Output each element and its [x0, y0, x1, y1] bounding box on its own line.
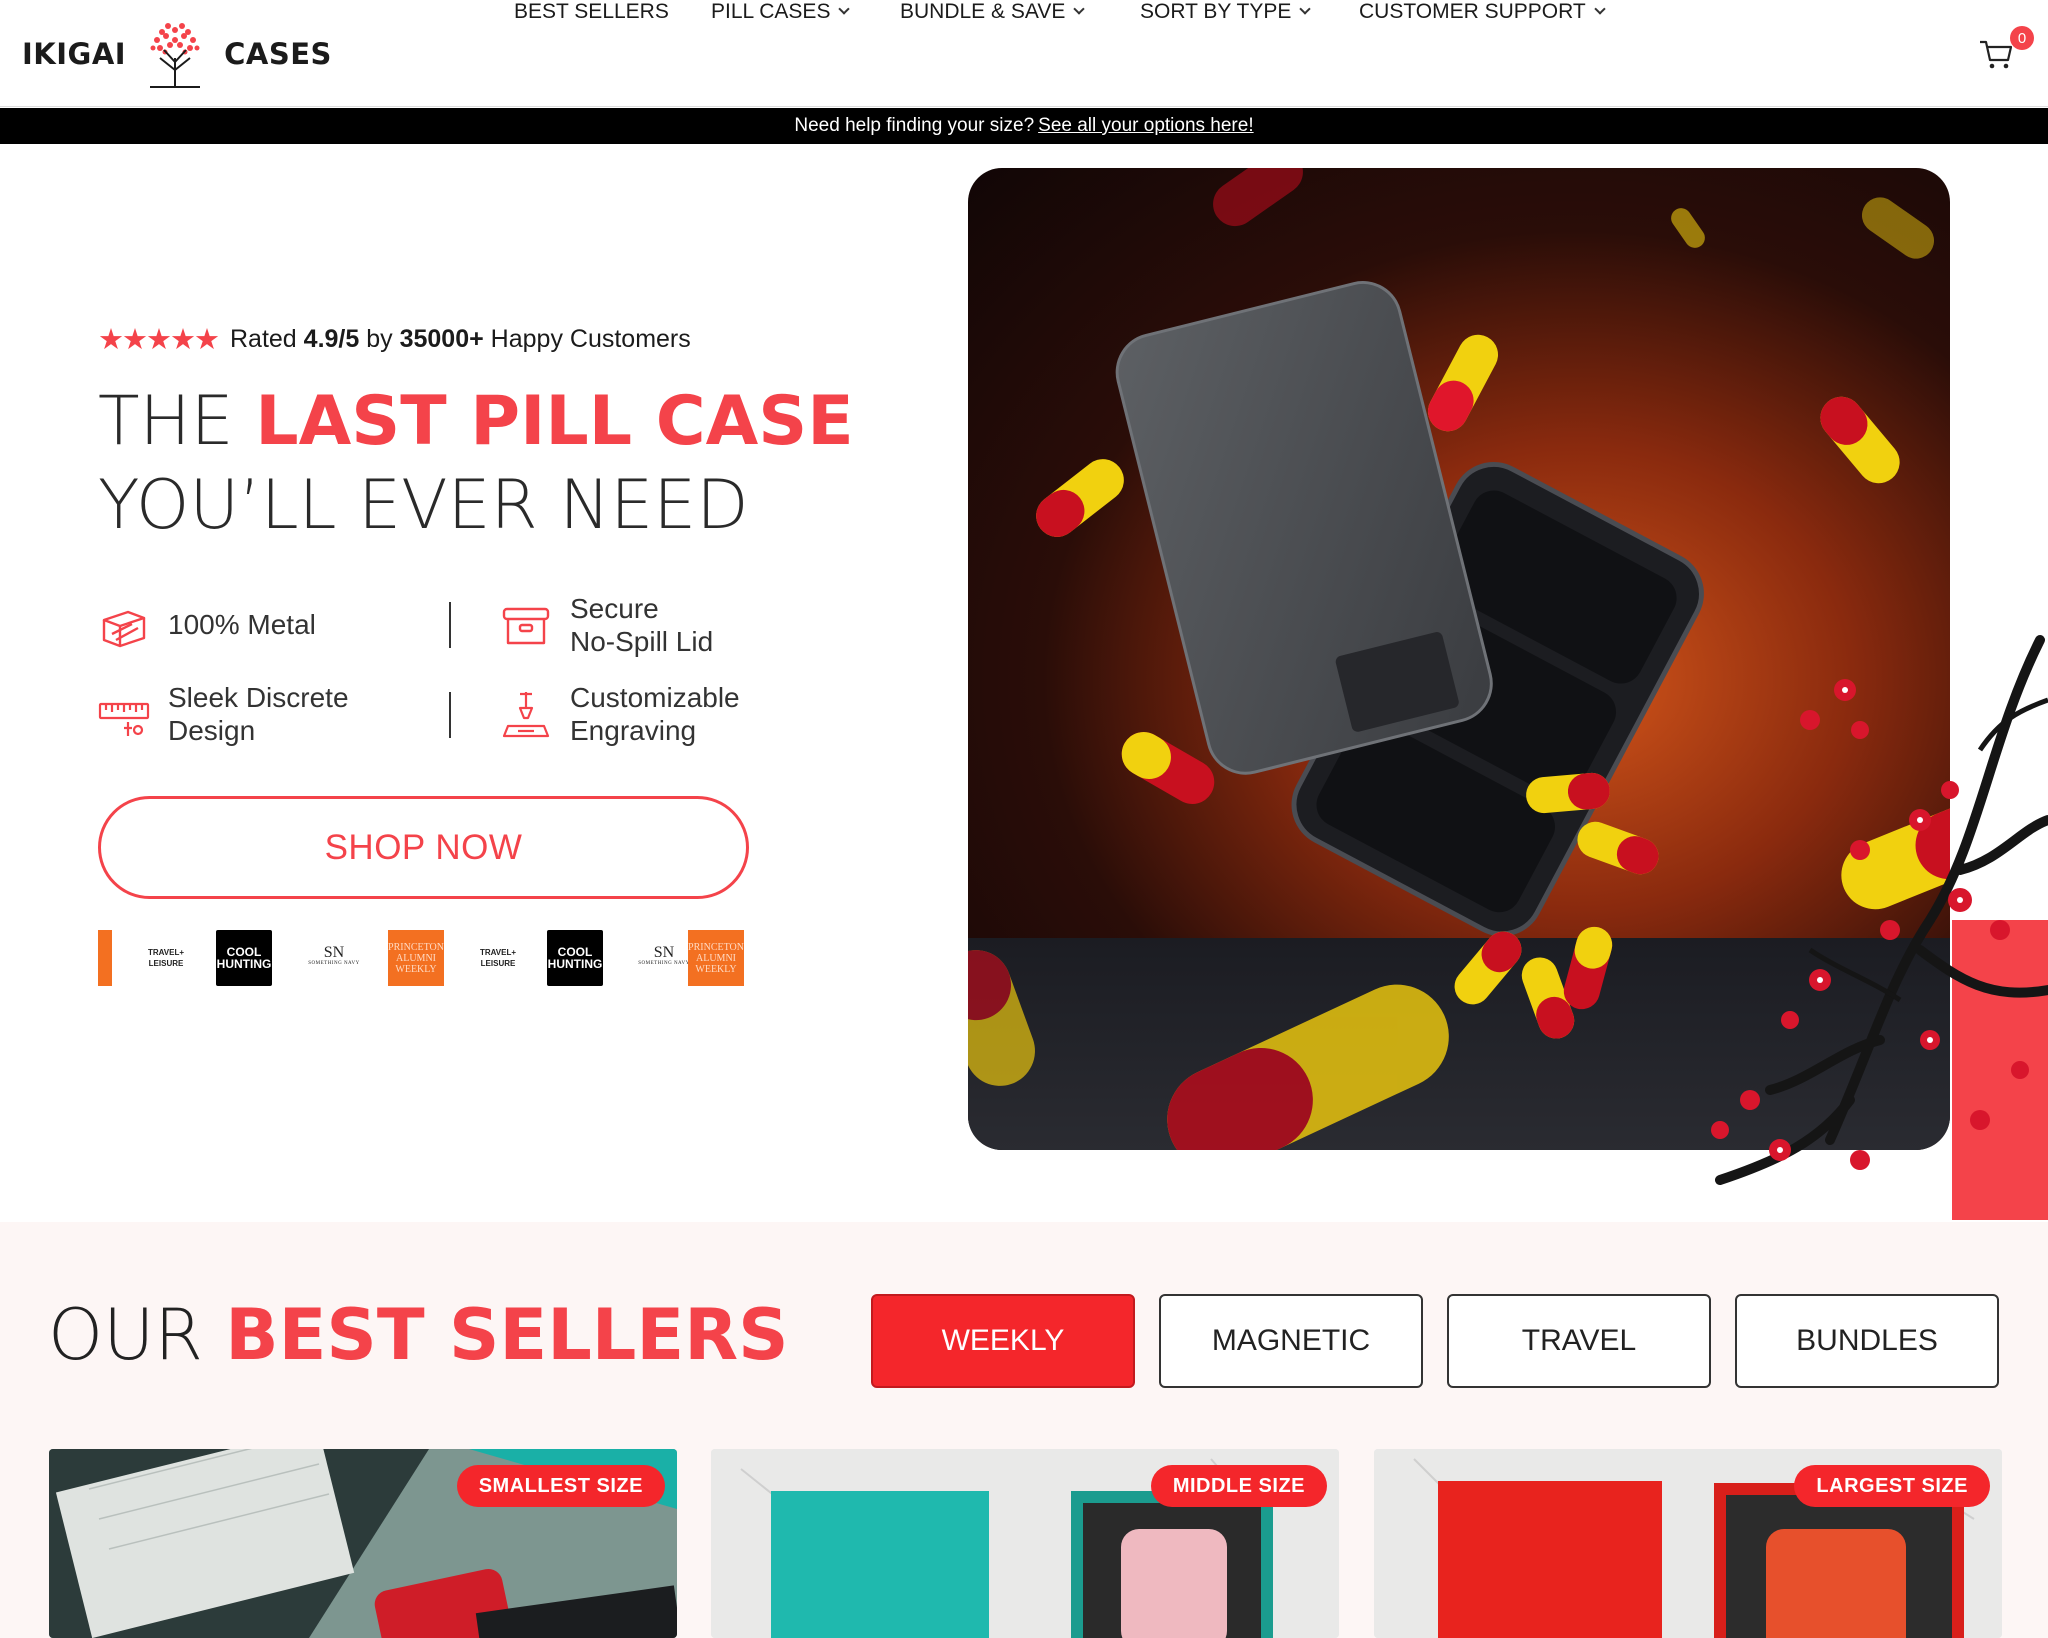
- nav-pill-cases[interactable]: PILL CASES: [711, 0, 851, 24]
- press-logo-something-navy: SN SOMETHING NAVY: [634, 930, 694, 986]
- ruler-design-icon: [98, 702, 150, 736]
- rating-value: 4.9/5: [303, 325, 360, 353]
- brand-name-left: IKIGAI: [22, 37, 127, 71]
- press-sn-label: SN: [653, 944, 675, 961]
- rating-mid: by: [366, 325, 393, 353]
- tab-weekly[interactable]: WEEKLY: [871, 1294, 1135, 1388]
- nav-label: BUNDLE & SAVE: [900, 0, 1066, 23]
- size-options-link[interactable]: See all your options here!: [1038, 115, 1253, 137]
- feature-line1: Secure: [570, 593, 659, 624]
- nav-label: SORT BY TYPE: [1140, 0, 1292, 23]
- size-badge: LARGEST SIZE: [1794, 1465, 1990, 1507]
- rating-suffix: Happy Customers: [490, 325, 691, 353]
- brand-name-right: CASES: [224, 37, 332, 71]
- feature-line1: Sleek Discrete: [168, 682, 349, 713]
- nav-label: PILL CASES: [711, 0, 831, 23]
- press-logo-princeton: PRINCETON ALUMNI WEEKLY: [388, 930, 444, 986]
- site-header: IKIGAI CASES BEST SELLERS PILL CASES BUN…: [0, 0, 2048, 107]
- chevron-down-icon: [1594, 3, 1606, 15]
- shop-now-button[interactable]: SHOP NOW: [98, 796, 749, 899]
- feature-sleek-design: Sleek Discrete Design: [98, 681, 349, 747]
- headline-plain: THE: [98, 382, 234, 461]
- nav-customer-support[interactable]: CUSTOMER SUPPORT: [1359, 0, 1606, 24]
- title-accent: BEST SELLERS: [225, 1294, 789, 1376]
- press-sn-sub: SOMETHING NAVY: [638, 961, 690, 966]
- nav-best-sellers[interactable]: BEST SELLERS: [514, 0, 669, 24]
- rating-count: 35000+: [399, 325, 484, 353]
- tab-bundles[interactable]: BUNDLES: [1735, 1294, 1999, 1388]
- press-logo-cool-hunting: COOL HUNTING: [547, 930, 603, 986]
- press-logo-princeton: ON: [98, 930, 112, 986]
- cart-icon[interactable]: [1978, 38, 2014, 70]
- press-logos: ON TRAVEL+ LEISURE COOL HUNTING SN SOMET…: [98, 928, 782, 988]
- feature-line2: Design: [168, 715, 256, 746]
- feature-divider: [449, 602, 451, 648]
- press-logo-something-navy: SN SOMETHING NAVY: [304, 930, 364, 986]
- product-card-middle[interactable]: MIDDLE SIZE: [711, 1449, 1339, 1638]
- announcement-text: Need help finding your size?: [794, 115, 1035, 136]
- metal-box-icon: [102, 610, 146, 648]
- rating-prefix: Rated: [230, 325, 297, 353]
- press-logo-princeton: PRINCETON ALUMNI WEEKLY: [688, 930, 744, 986]
- chevron-down-icon: [838, 3, 851, 15]
- feature-line1: 100% Metal: [168, 608, 316, 640]
- press-logo-travel-leisure: TRAVEL+ LEISURE: [479, 948, 517, 968]
- nav-bundle-save[interactable]: BUNDLE & SAVE: [900, 0, 1086, 24]
- nav-label: BEST SELLERS: [514, 0, 669, 23]
- chevron-down-icon: [1073, 3, 1086, 15]
- feature-no-spill-lid: Secure No-Spill Lid: [500, 592, 713, 658]
- engraving-icon: [502, 692, 550, 738]
- announcement-bar: Need help finding your size? See all you…: [0, 108, 2048, 144]
- brand-logo[interactable]: IKIGAI CASES: [22, 18, 332, 90]
- lid-box-icon: [502, 607, 550, 645]
- feature-line2: No-Spill Lid: [570, 626, 714, 657]
- size-badge: SMALLEST SIZE: [456, 1465, 665, 1507]
- press-sn-sub: SOMETHING NAVY: [308, 961, 360, 966]
- cart-count-badge: 0: [2010, 26, 2034, 50]
- product-card-small[interactable]: SMALLEST SIZE: [49, 1449, 677, 1638]
- headline-accent: LAST PILL CASE: [255, 382, 854, 461]
- cherry-blossom-decoration: [1711, 635, 2048, 1220]
- press-logo-cool-hunting: COOL HUNTING: [216, 930, 272, 986]
- feature-line2: Engraving: [570, 715, 697, 746]
- tab-travel[interactable]: TRAVEL: [1447, 1294, 1711, 1388]
- feature-engraving: Customizable Engraving: [500, 681, 740, 747]
- press-sn-label: SN: [323, 944, 345, 961]
- feature-line1: Customizable: [570, 682, 740, 713]
- feature-metal: 100% Metal: [98, 598, 316, 650]
- rating-summary: ★★★★★ Rated 4.9/5 by 35000+ Happy Custom…: [98, 322, 691, 357]
- title-plain: OUR: [48, 1294, 203, 1376]
- tree-logo-icon: [150, 23, 201, 88]
- feature-divider: [449, 692, 451, 738]
- headline-line2: YOU’LL EVER NEED: [98, 466, 749, 545]
- tab-magnetic[interactable]: MAGNETIC: [1159, 1294, 1423, 1388]
- hero-headline: THE LAST PILL CASE YOU’LL EVER NEED: [98, 380, 854, 548]
- product-card-large[interactable]: LARGEST SIZE: [1374, 1449, 2002, 1638]
- nav-sort-by-type[interactable]: SORT BY TYPE: [1140, 0, 1312, 24]
- chevron-down-icon: [1299, 3, 1312, 15]
- press-logo-travel-leisure: TRAVEL+ LEISURE: [147, 948, 185, 968]
- nav-label: CUSTOMER SUPPORT: [1359, 0, 1586, 23]
- rating-stars: ★★★★★: [98, 324, 220, 356]
- best-sellers-title: OUR BEST SELLERS: [48, 1290, 789, 1380]
- size-badge: MIDDLE SIZE: [1150, 1465, 1327, 1507]
